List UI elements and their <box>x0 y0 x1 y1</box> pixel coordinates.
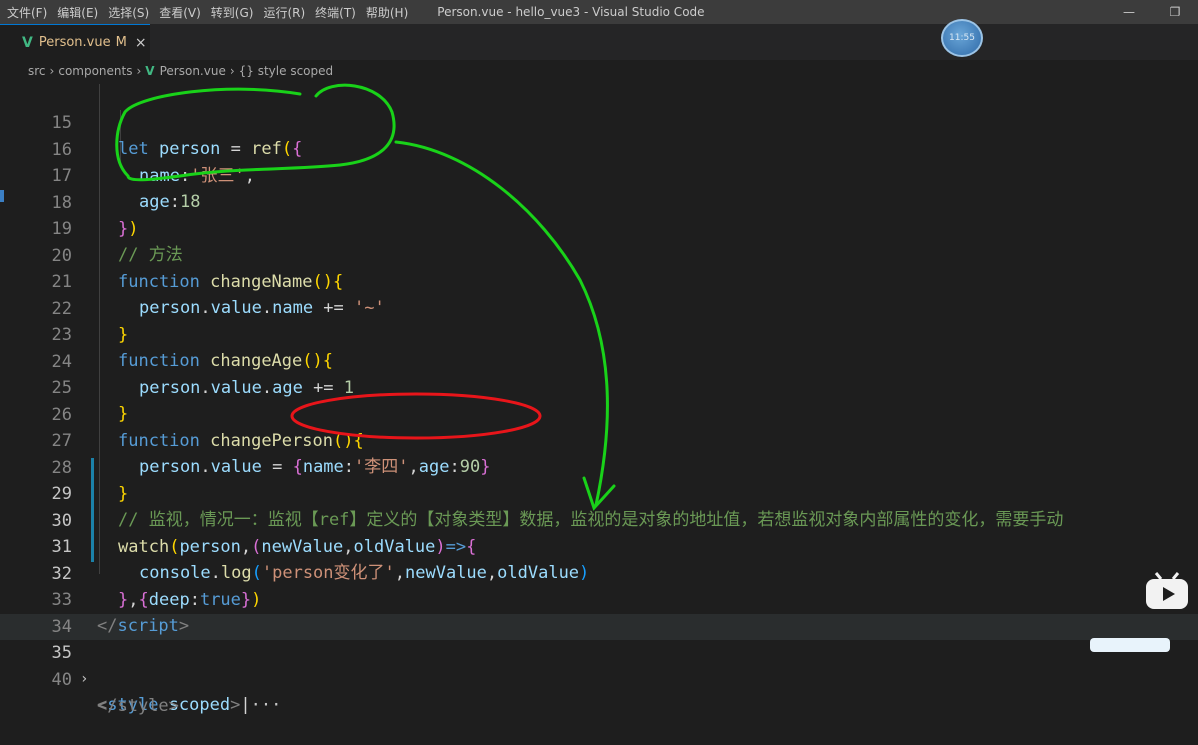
code-line[interactable]: 30 watch(person,(newValue,oldValue)=>{ <box>0 482 1198 557</box>
breadcrumb-symbol[interactable]: {} style scoped <box>239 64 333 78</box>
code-line[interactable]: 15 let person = ref({ <box>0 84 1198 159</box>
tag-text: </style> <box>97 696 179 716</box>
title-bar: 文件(F) 编辑(E) 选择(S) 查看(V) 转到(G) 运行(R) 终端(T… <box>0 0 1198 24</box>
folded-ellipsis[interactable]: ··· <box>251 695 282 715</box>
line-number: 40 <box>51 670 72 690</box>
code-line[interactable]: 40 </style> <box>0 641 1198 716</box>
chevron-right-icon: › <box>49 64 55 78</box>
tag-bracket: > <box>230 695 241 715</box>
code-line[interactable]: 16 name:'张三', <box>0 111 1198 186</box>
menu-selection[interactable]: 选择(S) <box>103 4 154 21</box>
code-line[interactable]: 28 } <box>0 429 1198 504</box>
code-line[interactable]: 34 <box>0 588 1198 637</box>
code-line[interactable]: 35 › <style scoped>|··· <box>0 614 1198 715</box>
minimize-button[interactable]: — <box>1106 0 1152 24</box>
code-line[interactable]: 31 console.log('person变化了',newValue,oldV… <box>0 508 1198 583</box>
code-line[interactable]: 32 },{deep:true}) <box>0 535 1198 610</box>
vue-icon: V <box>22 34 33 51</box>
code-line[interactable]: 22 } <box>0 270 1198 345</box>
close-icon[interactable]: × <box>135 35 147 51</box>
restore-button[interactable]: ❐ <box>1152 0 1198 24</box>
menu-go[interactable]: 转到(G) <box>206 4 259 21</box>
code-line[interactable]: 21 person.value.name += '~' <box>0 243 1198 318</box>
code-line[interactable]: 27 person.value = {name:'李四',age:90} <box>0 402 1198 477</box>
breadcrumb: src › components › V Person.vue › {} sty… <box>0 60 1198 82</box>
menu-run[interactable]: 运行(R) <box>258 4 310 21</box>
vue-icon: V <box>145 64 155 78</box>
breadcrumb-file[interactable]: Person.vue <box>160 64 226 78</box>
window-title: Person.vue - hello_vue3 - Visual Studio … <box>437 5 705 19</box>
chevron-right-icon: › <box>136 64 142 78</box>
code-line[interactable]: 33 </script> <box>0 561 1198 636</box>
breadcrumb-src[interactable]: src <box>28 64 46 78</box>
code-line[interactable]: 25 } <box>0 349 1198 424</box>
code-line[interactable]: 26 function changePerson(){ <box>0 376 1198 451</box>
floating-clock-widget[interactable]: 11:55 <box>941 19 983 57</box>
code-line[interactable]: 23 function changeAge(){ <box>0 296 1198 371</box>
menu-file[interactable]: 文件(F) <box>0 4 52 21</box>
breadcrumb-components[interactable]: components <box>58 64 132 78</box>
menu-edit[interactable]: 编辑(E) <box>52 4 103 21</box>
tab-label: Person.vue <box>38 35 111 50</box>
menu-terminal[interactable]: 终端(T) <box>310 4 361 21</box>
bilibili-icon <box>1146 572 1188 609</box>
tab-person-vue[interactable]: V Person.vue M × <box>0 24 150 60</box>
tab-bar: V Person.vue M × ↻ ⇅ ⊟ <box>0 24 1198 75</box>
chevron-right-icon[interactable]: › <box>80 666 88 692</box>
code-line[interactable]: 17 age:18 <box>0 137 1198 212</box>
menu-help[interactable]: 帮助(H) <box>361 4 413 21</box>
tab-modified-badge: M <box>115 35 127 50</box>
menu-view[interactable]: 查看(V) <box>154 4 206 21</box>
chevron-right-icon: › <box>229 64 235 78</box>
code-line[interactable]: 24 person.value.age += 1 <box>0 323 1198 398</box>
text-cursor: | <box>240 695 251 715</box>
window-controls: — ❐ <box>1106 0 1198 24</box>
code-line[interactable]: 18 }) <box>0 164 1198 239</box>
code-line[interactable]: 20 function changeName(){ <box>0 217 1198 292</box>
code-line[interactable]: 19 // 方法 <box>0 190 1198 265</box>
ime-indicator[interactable] <box>1090 638 1170 652</box>
code-line[interactable]: 29 // 监视，情况一：监视【ref】定义的【对象类型】数据，监视的是对象的地… <box>0 455 1198 530</box>
